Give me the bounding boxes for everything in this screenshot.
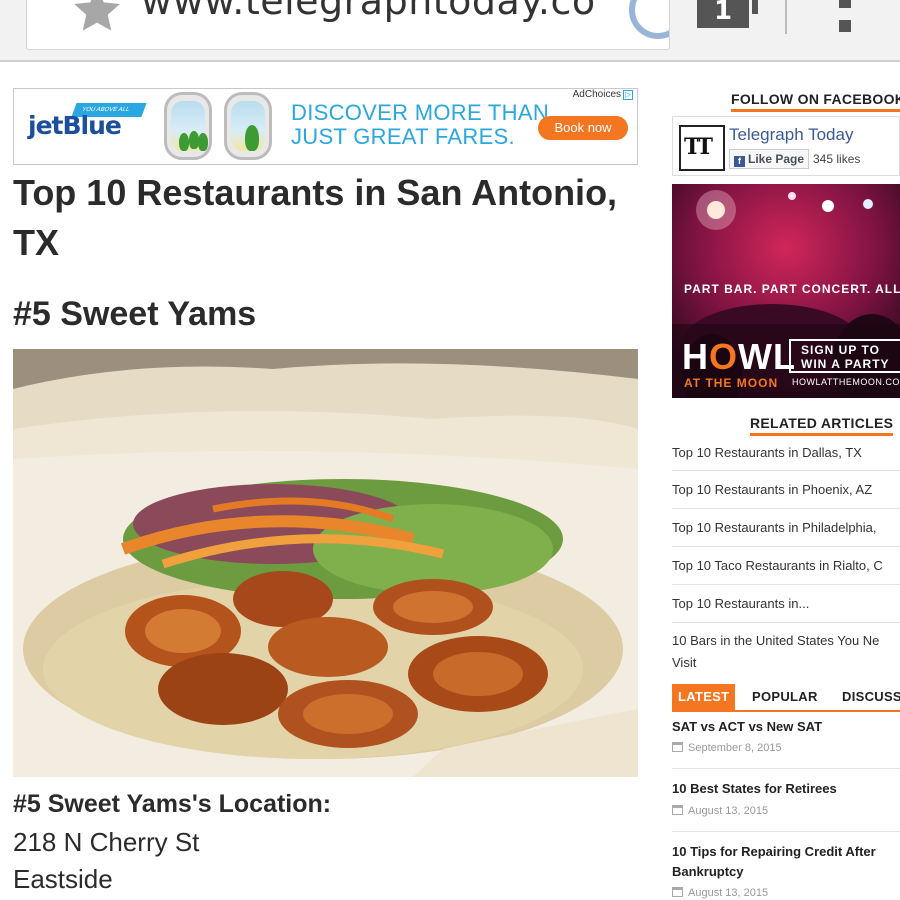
restaurant-food-photo xyxy=(13,349,638,777)
facebook-page-name[interactable]: Telegraph Today xyxy=(729,125,853,145)
book-now-button[interactable]: Book now xyxy=(538,116,628,140)
howl-logo: HOWL xyxy=(682,336,796,377)
adchoices-icon: ▷ xyxy=(623,90,633,100)
tab-discussed[interactable]: DISCUSS xyxy=(842,684,900,710)
calendar-icon xyxy=(672,887,683,897)
location-heading: #5 Sweet Yams's Location: xyxy=(13,790,332,818)
related-article-link[interactable]: 10 Bars in the United States You Ne Visi… xyxy=(672,630,900,676)
facebook-icon: f xyxy=(734,156,745,167)
article-title: Top 10 Restaurants in San Antonio, TX xyxy=(13,172,618,263)
facebook-like-count: 345 likes xyxy=(813,152,861,166)
latest-post-date: September 8, 2015 xyxy=(672,742,782,754)
ad-headline: DISCOVER MORE THAN JUST GREAT FARES. xyxy=(291,100,550,149)
latest-post-date: August 13, 2015 xyxy=(672,887,768,899)
calendar-icon xyxy=(672,805,683,815)
related-article-link[interactable]: Top 10 Restaurants in Phoenix, AZ xyxy=(672,479,900,501)
jetblue-logo: jetBlue xyxy=(28,111,122,140)
sign-up-to-win-button[interactable]: SIGN UP TO WIN A PARTY xyxy=(789,339,900,373)
address-bar[interactable]: www.telegraphtoday.co xyxy=(26,0,670,50)
airplane-window-image xyxy=(164,92,212,160)
divider xyxy=(672,768,900,769)
calendar-icon xyxy=(672,742,683,752)
latest-post-date: August 13, 2015 xyxy=(672,805,768,817)
tab-popular[interactable]: POPULAR xyxy=(752,684,818,710)
toolbar-divider xyxy=(785,0,787,34)
related-article-link[interactable]: Top 10 Restaurants in Dallas, TX xyxy=(672,442,900,464)
related-article-link[interactable]: Top 10 Restaurants in Philadelphia, xyxy=(672,517,900,539)
related-article-link[interactable]: Top 10 Restaurants in... xyxy=(672,593,900,615)
divider xyxy=(672,622,900,623)
reload-icon[interactable] xyxy=(629,0,669,39)
divider xyxy=(672,546,900,547)
tab-latest[interactable]: LATEST xyxy=(672,684,736,710)
like-page-button[interactable]: f Like Page xyxy=(729,149,810,169)
airplane-window-image xyxy=(224,92,272,160)
promo-tagline: PART BAR. PART CONCERT. ALL FU xyxy=(684,282,900,296)
facebook-section-heading: FOLLOW ON FACEBOOK xyxy=(731,91,900,112)
address-street: 218 N Cherry St xyxy=(13,827,200,857)
jetblue-ad-banner[interactable]: YOU ABOVE ALL jetBlue DISCOVER MORE THAN… xyxy=(13,88,638,165)
promo-url: HOWLATTHEMOON.COM xyxy=(792,377,900,387)
restaurant-heading: #5 Sweet Yams xyxy=(13,295,257,333)
tab-switcher-edge xyxy=(752,0,758,14)
divider xyxy=(672,584,900,585)
related-articles-heading: RELATED ARTICLES xyxy=(750,415,894,436)
bookmark-star-icon[interactable] xyxy=(69,0,125,39)
url-text[interactable]: www.telegraphtoday.co xyxy=(141,0,596,23)
latest-post-title[interactable]: 10 Tips for Repairing Credit After Bankr… xyxy=(672,842,900,882)
facebook-page-widget[interactable]: TT Telegraph Today f Like Page 345 likes xyxy=(672,116,900,176)
divider xyxy=(672,508,900,509)
telegraph-today-logo: TT xyxy=(679,125,725,171)
latest-post-title[interactable]: 10 Best States for Retirees xyxy=(672,779,900,799)
address-neighborhood: Eastside xyxy=(13,864,113,894)
divider xyxy=(672,831,900,832)
tab-switcher-button[interactable]: 1 xyxy=(697,0,749,28)
adchoices-link[interactable]: AdChoices ▷ xyxy=(573,89,633,100)
howl-at-the-moon-ad[interactable]: PART BAR. PART CONCERT. ALL FU HOWL AT T… xyxy=(672,184,900,398)
latest-post-title[interactable]: SAT vs ACT vs New SAT xyxy=(672,717,900,737)
howl-logo-subtitle: AT THE MOON xyxy=(684,376,779,390)
browser-toolbar: www.telegraphtoday.co 1 xyxy=(0,0,900,62)
posts-tab-bar: LATEST POPULAR DISCUSS xyxy=(672,684,900,712)
divider xyxy=(672,470,900,471)
related-article-link[interactable]: Top 10 Taco Restaurants in Rialto, C xyxy=(672,555,900,577)
